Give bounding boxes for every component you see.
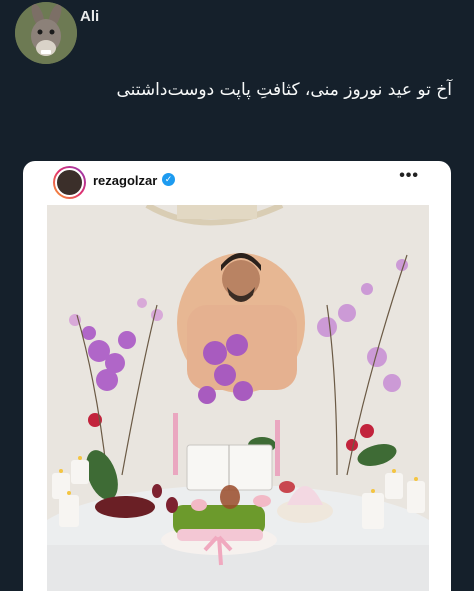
tweet-text: آخ تو عید نوروز منی، کثافتِ پاپت دوست‌دا… [116,80,452,100]
post-avatar-image [55,168,84,197]
post-header: rezagolzar ✓ ••• [23,161,451,203]
donkey-avatar-image [15,2,77,64]
check-icon: ✓ [162,173,175,186]
haft-sin-table-image [47,205,429,591]
more-icon[interactable]: ••• [399,167,419,185]
post-username[interactable]: rezagolzar [93,173,157,188]
author-name[interactable]: Ali [80,8,99,25]
embedded-instagram-post[interactable]: rezagolzar ✓ ••• [23,161,451,591]
author-avatar[interactable] [15,2,77,64]
post-avatar[interactable] [53,166,86,199]
post-photo[interactable] [47,205,429,591]
